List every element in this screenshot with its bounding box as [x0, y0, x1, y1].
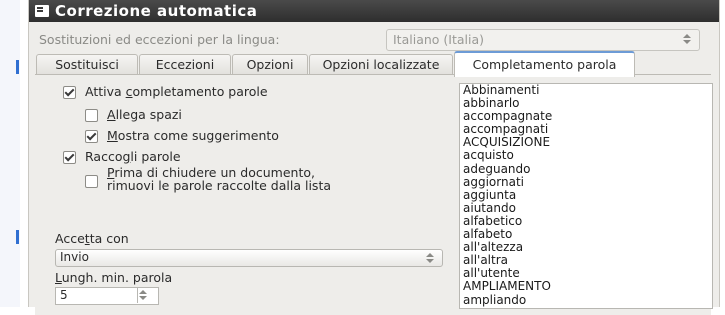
tab-label: Completamento parola — [472, 57, 617, 72]
window-title: Correzione automatica — [55, 2, 258, 20]
autocorrect-dialog: Correzione automatica Sostituzioni ed ec… — [28, 0, 720, 315]
min-word-length-label: Lungh. min. parola — [55, 270, 173, 285]
word-list-item[interactable]: aggiornati — [463, 175, 712, 189]
background-window-edge — [0, 0, 20, 307]
word-list-item[interactable]: acquisto — [463, 149, 712, 162]
remove-on-close-label[interactable]: Prima di chiudere un documento, rimuovi l… — [107, 166, 331, 192]
activate-word-completion-checkbox[interactable] — [63, 86, 76, 99]
word-list-item[interactable]: aiutando — [463, 201, 712, 215]
tab-label: Sostituisci — [55, 57, 119, 72]
background-window-marker — [16, 230, 19, 244]
collect-words-checkbox[interactable] — [63, 151, 76, 164]
word-list-item[interactable]: aggiunta — [463, 188, 712, 202]
window-menu-icon[interactable] — [35, 5, 49, 17]
stepper-arrows-icon — [137, 289, 149, 301]
tab-label: Opzioni localizzate — [322, 57, 440, 72]
tab-opzioni[interactable]: Opzioni — [232, 54, 308, 75]
accept-with-select[interactable]: Invio — [55, 249, 443, 267]
show-as-suggestion-checkbox[interactable] — [85, 130, 98, 143]
show-as-suggestion-label[interactable]: Mostra come suggerimento — [107, 128, 279, 143]
tab-label: Eccezioni — [155, 57, 215, 72]
title-bar[interactable]: Correzione automatica — [29, 0, 719, 22]
word-list-item[interactable]: ampliando — [463, 293, 712, 307]
activate-word-completion-label[interactable]: Attiva completamento parole — [85, 84, 268, 99]
collected-words-list[interactable]: Abbinamenti abbinarlo accompagnate accompag… — [459, 83, 713, 309]
collect-words-label[interactable]: Raccogli parole — [85, 149, 181, 164]
tab-sostituisci[interactable]: Sostituisci — [36, 54, 138, 75]
word-list-item[interactable]: AMPLIAMENTO — [463, 280, 712, 293]
tab-opzioni-localizzate[interactable]: Opzioni localizzate — [309, 54, 453, 75]
tab-eccezioni[interactable]: Eccezioni — [139, 54, 231, 75]
accept-with-value: Invio — [60, 250, 89, 264]
tab-label: Opzioni — [246, 57, 294, 72]
append-spaces-label[interactable]: Allega spazi — [107, 107, 182, 122]
language-label: Sostituzioni ed eccezioni per la lingua: — [39, 32, 280, 47]
remove-on-close-checkbox[interactable] — [85, 175, 98, 188]
language-select[interactable]: Italiano (Italia) — [386, 29, 700, 51]
word-list-item[interactable]: adeguando — [463, 162, 712, 176]
min-word-length-value: 5 — [60, 288, 68, 302]
min-word-length-stepper[interactable] — [137, 287, 150, 303]
language-select-value: Italiano (Italia) — [393, 32, 485, 47]
select-arrows-icon — [681, 33, 693, 45]
background-window-marker — [16, 60, 19, 74]
accept-with-label: Accetta con — [55, 231, 129, 246]
append-spaces-checkbox[interactable] — [85, 109, 98, 122]
tab-completamento-parola[interactable]: Completamento parola — [454, 51, 635, 77]
select-arrows-icon — [424, 252, 436, 264]
